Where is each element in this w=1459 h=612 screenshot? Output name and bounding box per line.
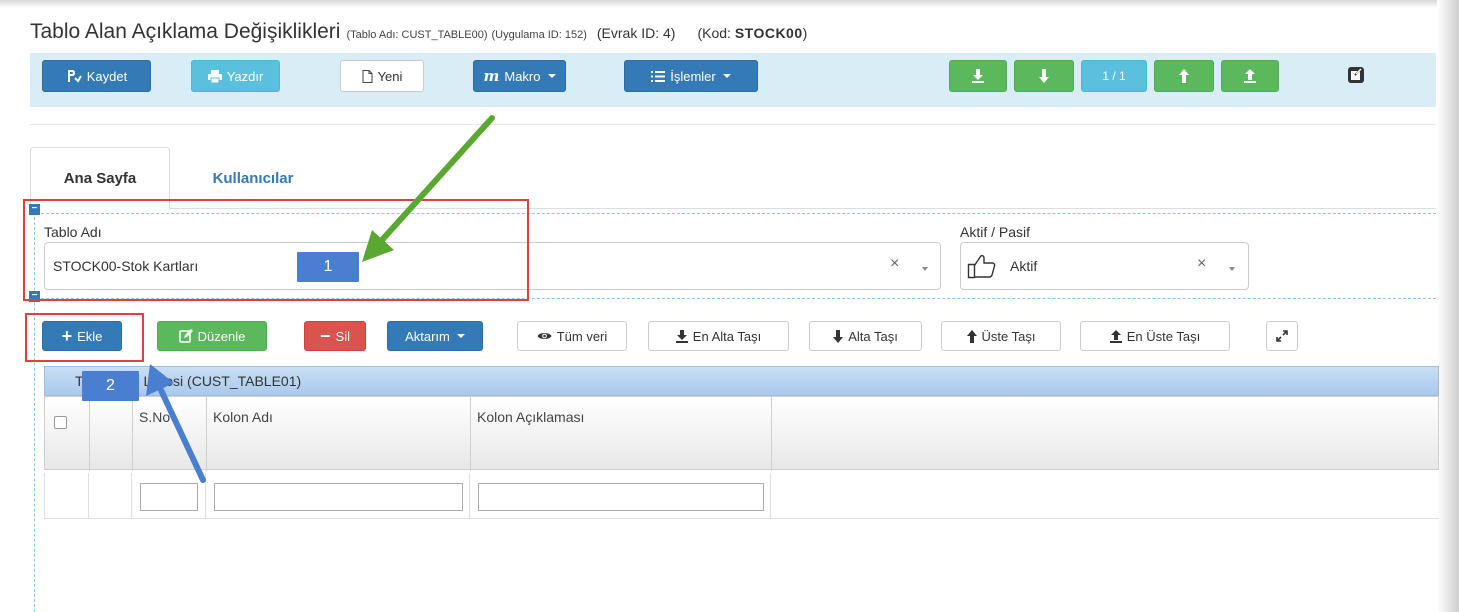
blue-arrow-icon xyxy=(146,364,206,483)
callout-badge-2: 2 xyxy=(82,371,139,401)
green-arrow-icon xyxy=(362,115,495,262)
callout-badge-1: 1 xyxy=(297,252,359,282)
annotation-arrows xyxy=(146,115,495,483)
